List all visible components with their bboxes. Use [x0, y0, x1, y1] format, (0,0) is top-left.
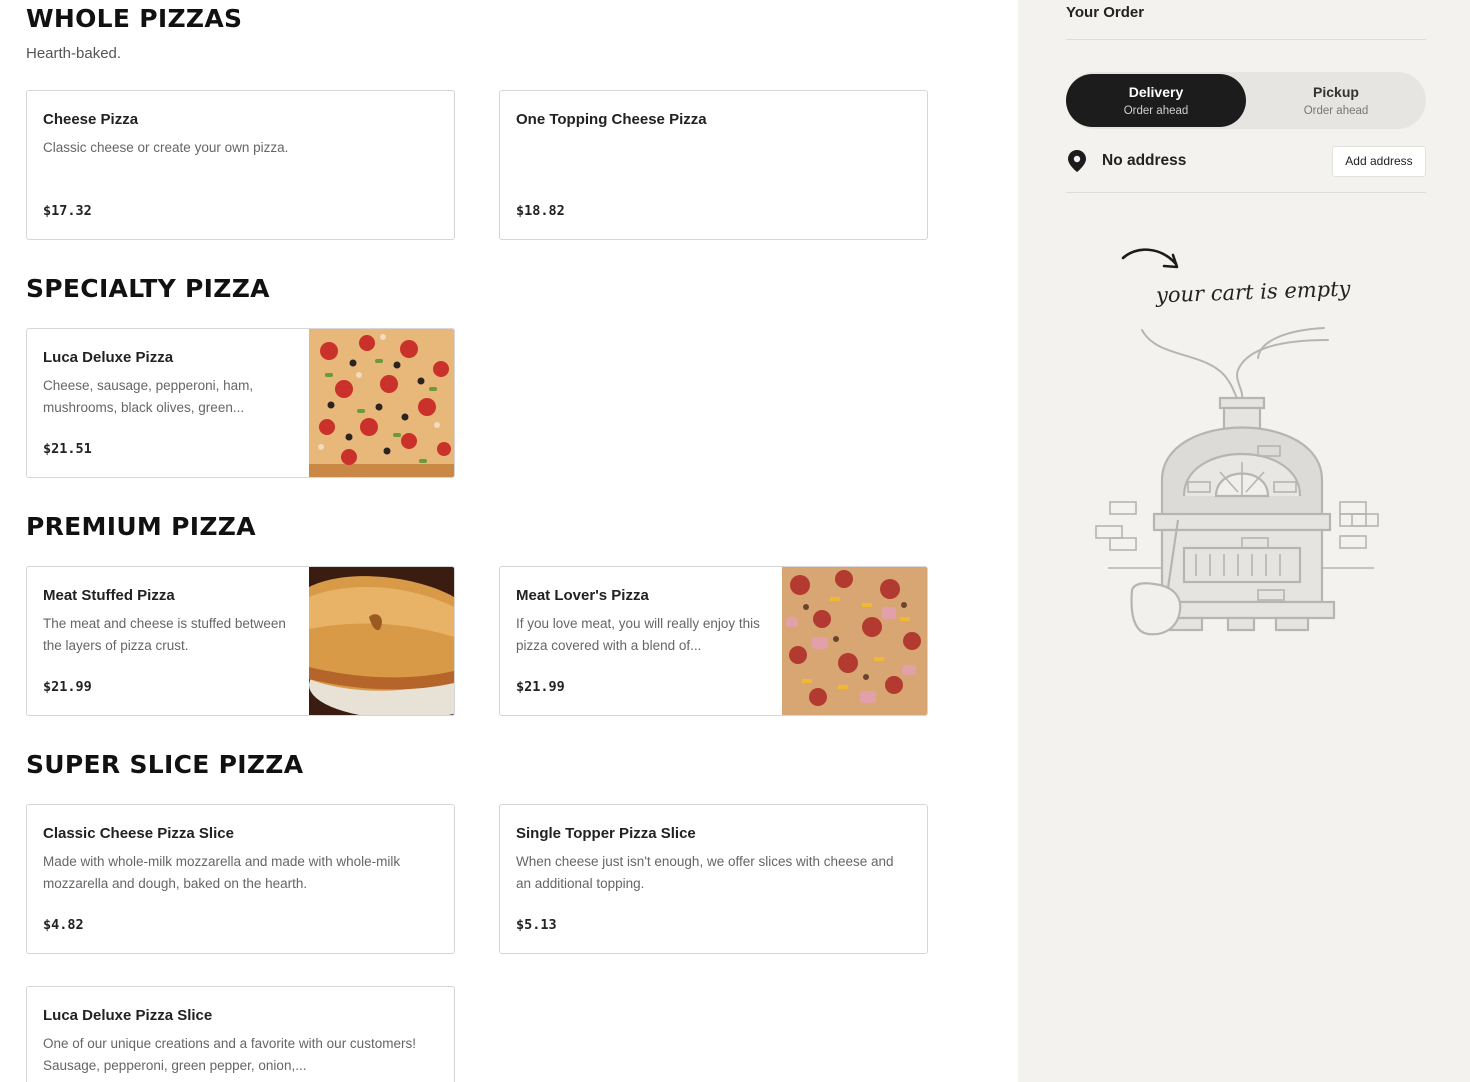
luca-deluxe-pizza-photo	[309, 329, 454, 477]
item-name: Luca Deluxe Pizza Slice	[43, 1007, 213, 1024]
item-name: Single Topper Pizza Slice	[516, 825, 696, 842]
delivery-sub: Order ahead	[1123, 105, 1189, 117]
section-title-premium-pizza: PREMIUM PIZZA	[26, 512, 256, 541]
divider	[1066, 192, 1426, 193]
pickup-sub: Order ahead	[1303, 105, 1369, 117]
item-price: $18.82	[516, 203, 565, 219]
delivery-option[interactable]: Delivery Order ahead	[1066, 74, 1246, 127]
order-title: Your Order	[1066, 4, 1145, 21]
meat-stuffed-pizza-photo	[309, 567, 454, 715]
menu-panel: WHOLE PIZZAS Hearth-baked. Cheese Pizza …	[0, 0, 1018, 1082]
item-name: Classic Cheese Pizza Slice	[43, 825, 234, 842]
address-row: No address Add address	[1066, 146, 1426, 177]
item-name: Luca Deluxe Pizza	[43, 349, 174, 366]
fulfillment-toggle[interactable]: Delivery Order ahead Pickup Order ahead	[1066, 72, 1426, 129]
item-name: Meat Stuffed Pizza	[43, 587, 175, 604]
menu-item-classic-cheese-pizza-slice[interactable]: Classic Cheese Pizza Slice Made with who…	[26, 804, 455, 954]
address-text: No address	[1102, 152, 1187, 169]
item-price: $21.99	[516, 679, 565, 695]
item-name: Meat Lover's Pizza	[516, 587, 649, 604]
item-name: Cheese Pizza	[43, 111, 139, 128]
section-title-specialty-pizza: SPECIALTY PIZZA	[26, 274, 270, 303]
item-description: Classic cheese or create your own pizza.	[43, 140, 289, 155]
pickup-label: Pickup	[1313, 84, 1359, 100]
pizza-oven-illustration	[1095, 327, 1379, 636]
order-sidebar: Your Order Delivery Order ahead Pickup O…	[1018, 0, 1470, 1082]
item-price: $17.32	[43, 203, 92, 219]
item-description: If you love meat, you will really enjoy …	[516, 616, 760, 653]
divider	[1066, 39, 1426, 40]
menu-item-luca-deluxe-pizza[interactable]: Luca Deluxe Pizza Cheese, sausage, peppe…	[26, 328, 455, 478]
menu-item-one-topping-cheese-pizza[interactable]: One Topping Cheese Pizza $18.82	[499, 90, 928, 240]
section-title-whole-pizzas: WHOLE PIZZAS	[26, 4, 243, 33]
location-pin-icon	[1068, 150, 1086, 172]
menu-item-meat-stuffed-pizza[interactable]: Meat Stuffed Pizza The meat and cheese i…	[26, 566, 455, 716]
item-name: One Topping Cheese Pizza	[516, 111, 707, 128]
item-description: The meat and cheese is stuffed between t…	[43, 616, 286, 653]
delivery-label: Delivery	[1128, 84, 1184, 100]
item-description: Made with whole-milk mozzarella and made…	[43, 854, 401, 891]
section-subtitle: Hearth-baked.	[26, 45, 122, 62]
item-description: One of our unique creations and a favori…	[43, 1036, 416, 1073]
item-price: $5.13	[516, 917, 557, 933]
item-description: When cheese just isn't enough, we offer …	[516, 854, 894, 891]
item-price: $4.82	[43, 917, 84, 933]
menu-item-meat-lovers-pizza[interactable]: Meat Lover's Pizza If you love meat, you…	[499, 566, 928, 716]
item-price: $21.51	[43, 441, 92, 457]
section-title-super-slice-pizza: SUPER SLICE PIZZA	[26, 750, 304, 779]
menu-item-luca-deluxe-pizza-slice[interactable]: Luca Deluxe Pizza Slice One of our uniqu…	[26, 986, 455, 1082]
meat-lovers-pizza-photo	[782, 567, 927, 715]
add-address-button[interactable]: Add address	[1332, 146, 1426, 177]
pickup-option[interactable]: Pickup Order ahead	[1246, 74, 1426, 127]
item-description: Cheese, sausage, pepperoni, ham, mushroo…	[43, 378, 254, 415]
item-price: $21.99	[43, 679, 92, 695]
menu-item-single-topper-pizza-slice[interactable]: Single Topper Pizza Slice When cheese ju…	[499, 804, 928, 954]
menu-item-cheese-pizza[interactable]: Cheese Pizza Classic cheese or create yo…	[26, 90, 455, 240]
